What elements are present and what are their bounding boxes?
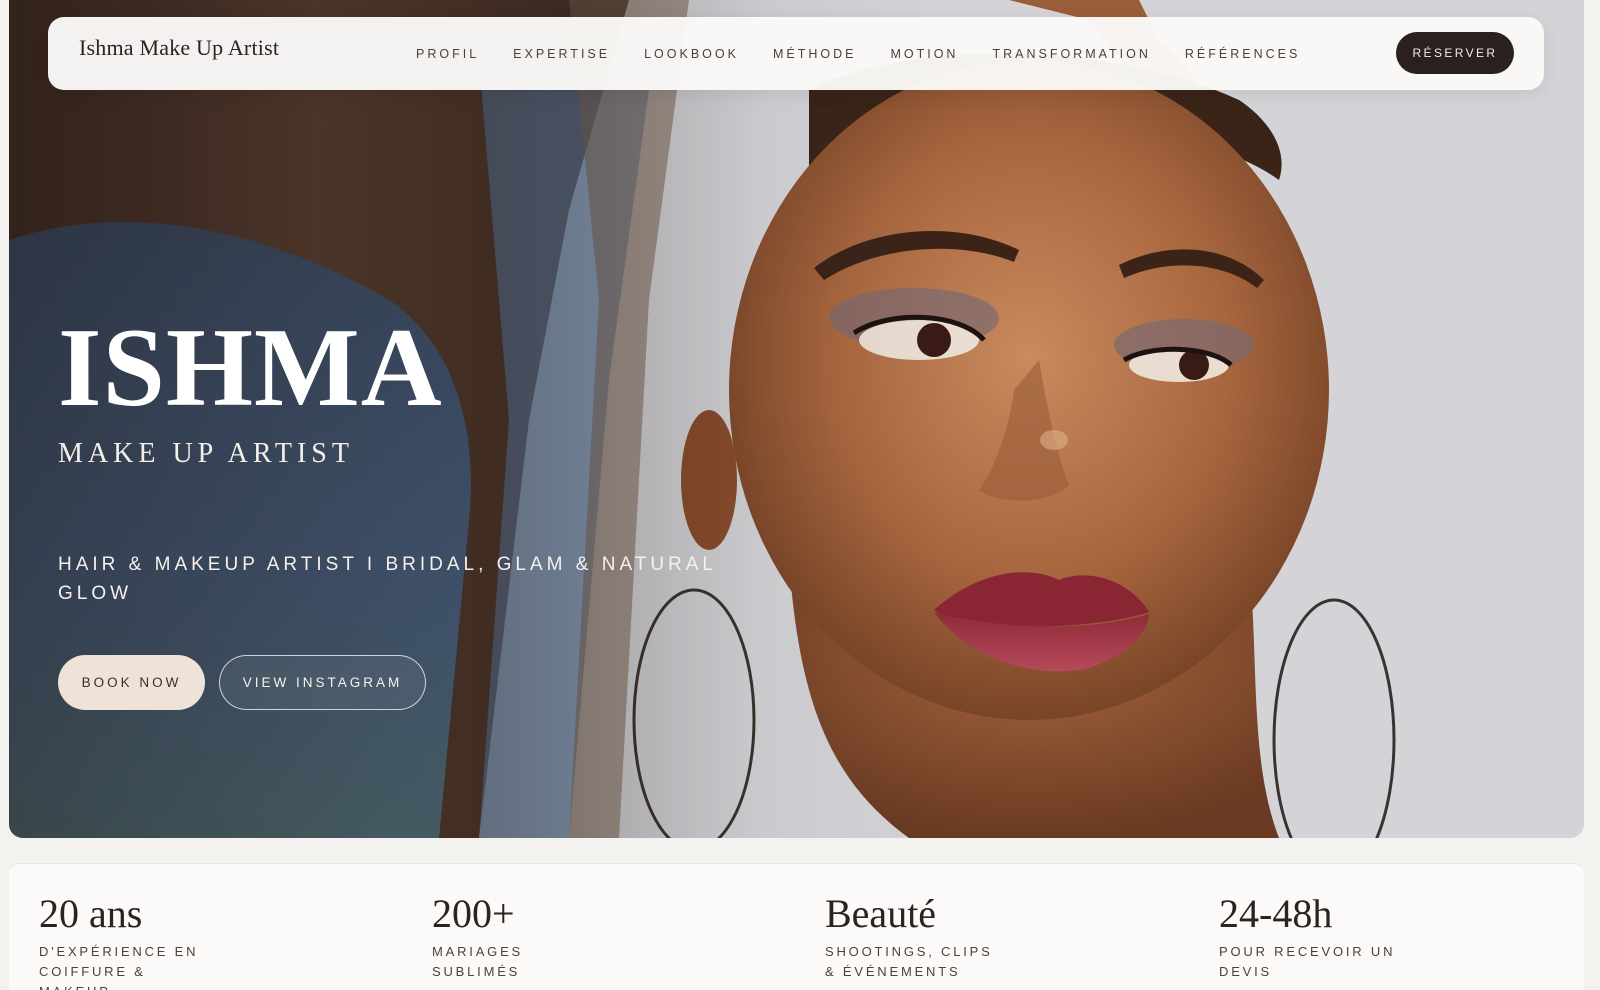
stat-value: 200+ — [432, 891, 515, 936]
nav-link-expertise[interactable]: EXPERTISE — [513, 47, 610, 61]
book-now-button[interactable]: BOOK NOW — [58, 655, 205, 710]
stats-section: 20 ans D'EXPÉRIENCE EN COIFFURE & MAKEUP… — [9, 863, 1584, 990]
hero-subtitle: MAKE UP ARTIST — [58, 438, 354, 469]
hero-tagline: HAIR & MAKEUP ARTIST I BRIDAL, GLAM & NA… — [58, 554, 717, 604]
stat-label: POUR RECEVOIR UN DEVIS — [1219, 944, 1396, 979]
stat-value: 24-48h — [1219, 891, 1333, 936]
nav-link-lookbook[interactable]: LOOKBOOK — [644, 47, 739, 61]
stat-value: Beauté — [825, 891, 937, 936]
stat-label: D'EXPÉRIENCE EN COIFFURE & MAKEUP — [39, 944, 199, 990]
view-instagram-button[interactable]: VIEW INSTAGRAM — [219, 655, 426, 710]
nav-links: PROFIL EXPERTISE LOOKBOOK MÉTHODE MOTION… — [416, 17, 1334, 90]
nav-link-transformation[interactable]: TRANSFORMATION — [992, 47, 1150, 61]
nav-link-motion[interactable]: MOTION — [890, 47, 958, 61]
hero-title: ISHMA — [58, 306, 443, 430]
nav-link-methode[interactable]: MÉTHODE — [773, 47, 857, 61]
nav-link-references[interactable]: RÉFÉRENCES — [1185, 47, 1300, 61]
stat-value: 20 ans — [39, 891, 143, 936]
stat-label: SHOOTINGS, CLIPS & ÉVÉNEMENTS — [825, 944, 993, 979]
nav-link-profil[interactable]: PROFIL — [416, 47, 479, 61]
stat-label: MARIAGES SUBLIMÉS — [432, 944, 524, 979]
top-navigation: Ishma Make Up Artist PROFIL EXPERTISE LO… — [48, 17, 1544, 90]
brand-logo[interactable]: Ishma Make Up Artist — [79, 35, 279, 61]
reserve-button[interactable]: RÉSERVER — [1396, 32, 1514, 74]
